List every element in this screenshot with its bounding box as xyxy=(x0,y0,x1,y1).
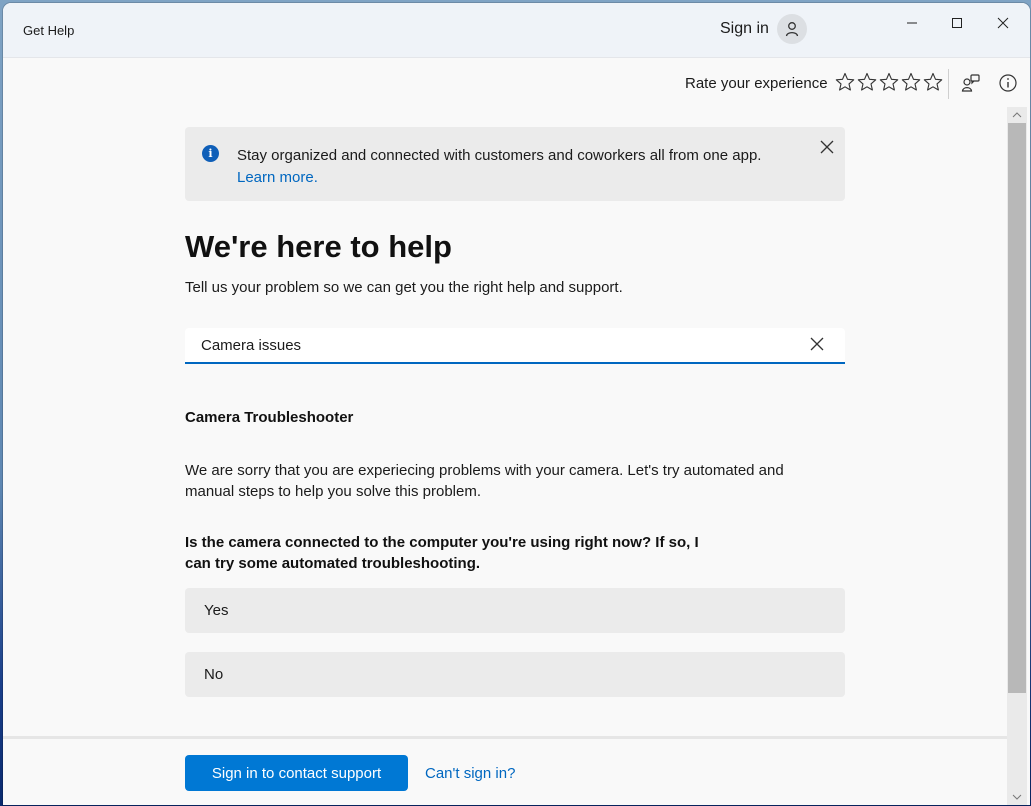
maximize-button[interactable] xyxy=(937,9,977,37)
star-icon-5[interactable] xyxy=(923,72,943,92)
troubleshooter-description: We are sorry that you are experiecing pr… xyxy=(185,462,784,500)
info-icon xyxy=(999,74,1017,92)
feedback-button[interactable] xyxy=(960,72,982,94)
learn-more-link[interactable]: Learn more. xyxy=(237,169,318,186)
title-bar: Get Help Sign in xyxy=(3,3,1030,58)
sign-in-contact-support-button[interactable]: Sign in to contact support xyxy=(185,755,408,791)
scroll-up-button[interactable] xyxy=(1007,107,1027,123)
toolbar-divider xyxy=(948,69,949,99)
info-icon: i xyxy=(202,145,219,162)
choice-yes-button[interactable]: Yes xyxy=(185,588,845,633)
rate-label: Rate your experience xyxy=(685,75,828,92)
star-icon-2[interactable] xyxy=(857,72,877,92)
maximize-icon xyxy=(952,18,962,28)
page-subtitle: Tell us your problem so we can get you t… xyxy=(185,279,623,296)
footer-bar: Sign in to contact support Can't sign in… xyxy=(3,736,1007,805)
choice-no-button[interactable]: No xyxy=(185,652,845,697)
minimize-button[interactable] xyxy=(892,9,932,37)
close-icon xyxy=(810,337,824,351)
scroll-thumb[interactable] xyxy=(1008,123,1026,693)
banner-message: Stay organized and connected with custom… xyxy=(237,147,762,164)
feedback-icon xyxy=(961,74,980,92)
search-box xyxy=(185,328,845,364)
star-icon-4[interactable] xyxy=(901,72,921,92)
chevron-up-icon xyxy=(1012,112,1022,118)
cant-sign-in-link[interactable]: Can't sign in? xyxy=(425,765,515,782)
chevron-down-icon xyxy=(1012,794,1022,800)
scroll-down-button[interactable] xyxy=(1007,789,1027,805)
troubleshooter-question: Is the camera connected to the computer … xyxy=(185,534,699,572)
info-banner: i Stay organized and connected with cust… xyxy=(185,127,845,201)
close-icon xyxy=(820,140,834,154)
about-button[interactable] xyxy=(997,72,1019,94)
troubleshooter-title: Camera Troubleshooter xyxy=(185,409,354,426)
app-title: Get Help xyxy=(23,23,75,38)
close-window-button[interactable] xyxy=(983,9,1023,37)
person-icon xyxy=(785,22,799,37)
sign-in-link[interactable]: Sign in xyxy=(720,20,769,38)
feedback-toolbar: Rate your experience xyxy=(3,69,1030,99)
star-icon-3[interactable] xyxy=(879,72,899,92)
clear-search-button[interactable] xyxy=(809,336,825,352)
avatar-button[interactable] xyxy=(777,14,807,44)
vertical-scrollbar[interactable] xyxy=(1007,107,1027,805)
page-title: We're here to help xyxy=(185,229,452,264)
close-icon xyxy=(997,17,1009,29)
star-icon-1[interactable] xyxy=(835,72,855,92)
get-help-window: Get Help Sign in Rate your experience i … xyxy=(3,3,1030,805)
search-input[interactable] xyxy=(201,334,781,356)
dismiss-banner-button[interactable] xyxy=(819,139,835,155)
minimize-icon xyxy=(907,22,917,24)
